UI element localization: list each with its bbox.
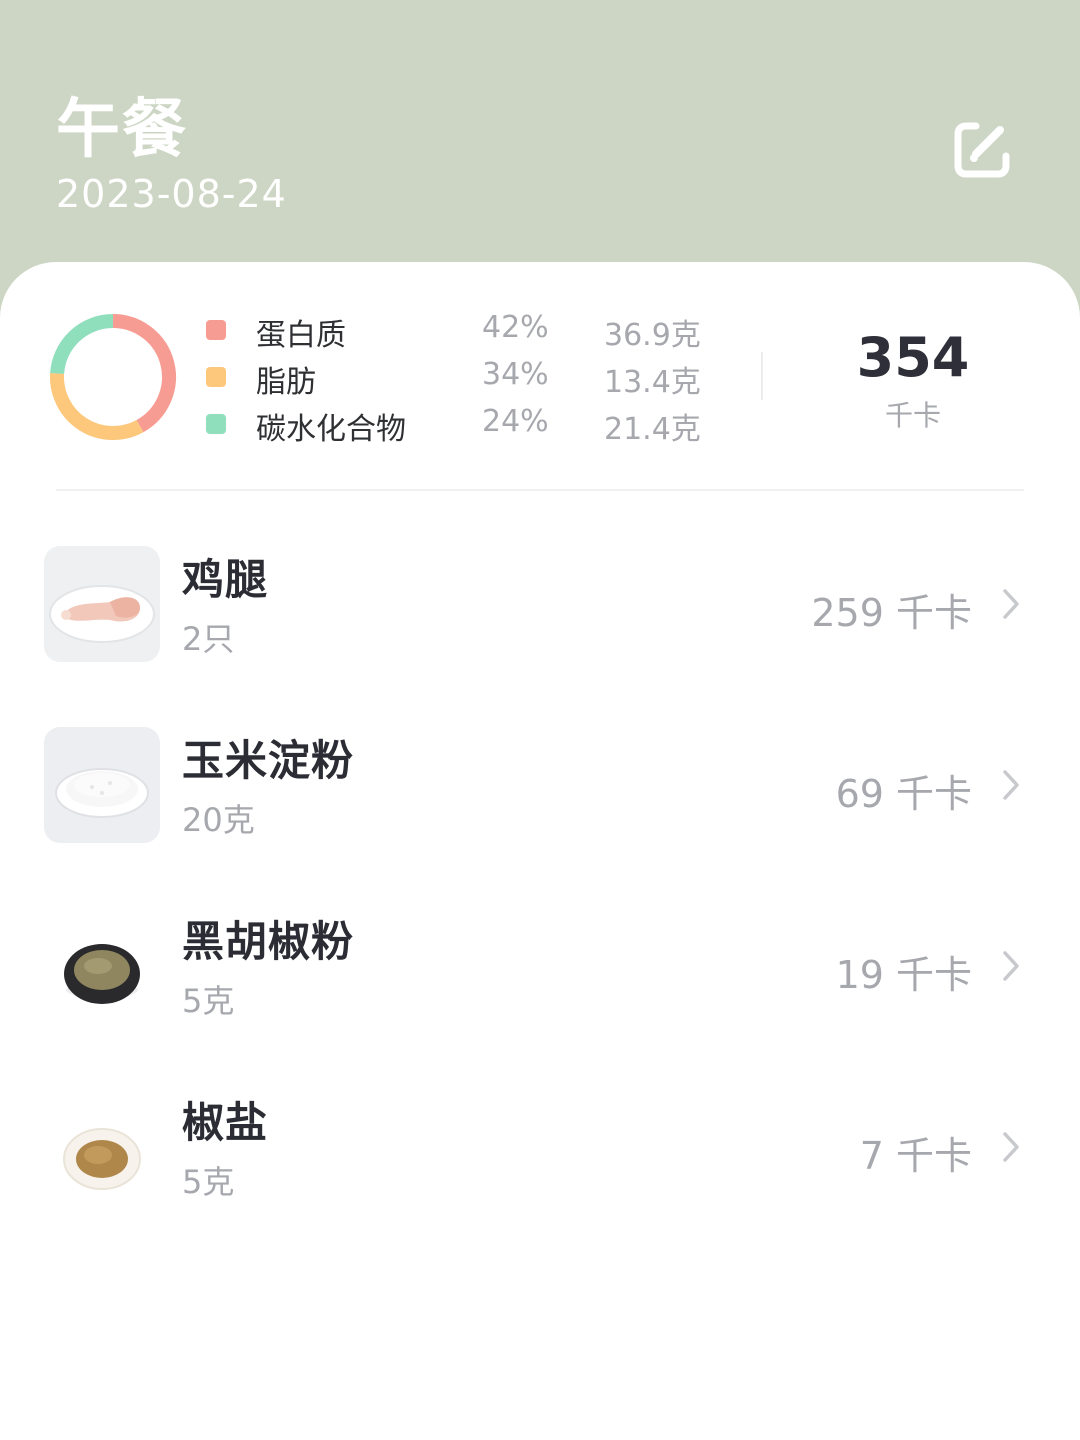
food-item-black-pepper[interactable]: 黑胡椒粉 5克 19 千卡 — [0, 890, 1080, 1030]
divider — [56, 489, 1024, 491]
legend-amount: 21.4克 — [604, 412, 701, 447]
donut-slice-1 — [112, 314, 176, 433]
food-quantity: 2只 — [182, 620, 235, 658]
food-name: 鸡腿 — [182, 555, 269, 604]
legend-dot — [206, 320, 226, 340]
edit-icon[interactable] — [946, 114, 1018, 186]
food-name: 黑胡椒粉 — [182, 917, 355, 966]
chevron-right-icon — [1003, 951, 1019, 981]
food-name: 玉米淀粉 — [182, 736, 355, 785]
food-item-chicken-leg[interactable]: 鸡腿 2只 259 千卡 — [0, 528, 1080, 668]
food-quantity: 20克 — [182, 801, 255, 839]
meal-date: 2023-08-24 — [56, 172, 287, 216]
legend-percent: 24% — [482, 404, 549, 439]
food-item-corn-starch[interactable]: 玉米淀粉 20克 69 千卡 — [0, 709, 1080, 849]
page-title: 午餐 — [56, 93, 188, 167]
chicken-leg-photo — [44, 546, 160, 662]
black-pepper-photo — [44, 908, 160, 1024]
pepper-salt-photo — [44, 1089, 160, 1205]
chevron-right-icon — [1003, 1132, 1019, 1162]
legend-dot — [206, 367, 226, 387]
legend-percent: 42% — [482, 310, 549, 345]
legend-name: 碳水化合物 — [256, 412, 406, 447]
corn-starch-photo — [44, 727, 160, 843]
legend-row-carbs: 碳水化合物 24% 21.4克 — [206, 404, 726, 450]
legend-row-protein: 蛋白质 42% 36.9克 — [206, 310, 726, 356]
food-quantity: 5克 — [182, 982, 235, 1020]
food-name: 椒盐 — [182, 1098, 269, 1147]
food-calories: 19 千卡 — [835, 953, 972, 997]
donut-slice-3 — [50, 314, 114, 375]
legend-percent: 34% — [482, 357, 549, 392]
macro-donut-chart — [50, 314, 176, 440]
food-calories: 7 千卡 — [859, 1134, 972, 1178]
legend-amount: 36.9克 — [604, 318, 701, 353]
donut-slice-2 — [50, 373, 144, 440]
legend-amount: 13.4克 — [604, 365, 701, 400]
legend-name: 蛋白质 — [256, 318, 346, 353]
total-calories-unit: 千卡 — [884, 399, 941, 432]
legend-dot — [206, 414, 226, 434]
food-calories: 259 千卡 — [811, 591, 972, 635]
divider — [761, 352, 763, 400]
chevron-right-icon — [1003, 589, 1019, 619]
legend-name: 脂肪 — [256, 365, 316, 400]
header: 午餐 2023-08-24 — [0, 0, 1080, 300]
food-quantity: 5克 — [182, 1163, 235, 1201]
total-calories: 354 — [856, 326, 970, 389]
food-calories: 69 千卡 — [835, 772, 972, 816]
legend-row-fat: 脂肪 34% 13.4克 — [206, 357, 726, 403]
food-item-pepper-salt[interactable]: 椒盐 5克 7 千卡 — [0, 1071, 1080, 1211]
chevron-right-icon — [1003, 770, 1019, 800]
